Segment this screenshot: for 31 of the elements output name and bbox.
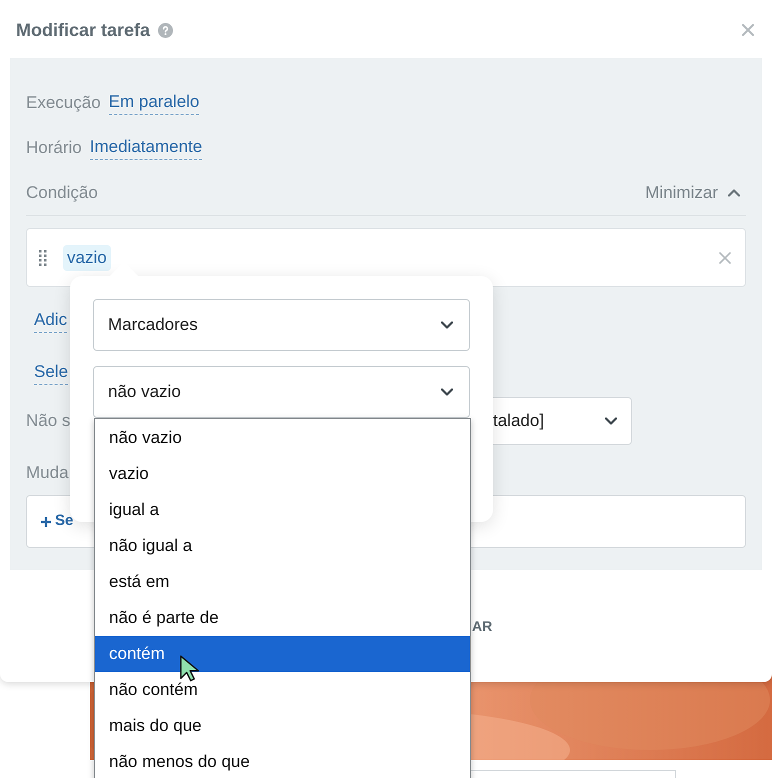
field-label: Execução [26,92,101,114]
condition-tag[interactable]: vazio [63,244,111,270]
field-label: Muda [26,462,69,484]
option-item[interactable]: não menos do que [95,744,470,778]
select-link[interactable]: Sele [34,358,68,386]
field-link[interactable]: Imediatamente [90,135,202,160]
option-item[interactable]: está em [95,564,470,600]
add-button[interactable]: Se [41,510,74,533]
option-item[interactable]: mais do que [95,708,470,744]
drag-handle-icon[interactable] [39,250,47,266]
field-select[interactable]: Marcadores [93,299,470,351]
option-item[interactable]: vazio [95,456,470,492]
field-label: Não s [26,410,72,432]
help-icon[interactable] [158,22,174,38]
close-icon[interactable] [719,252,731,264]
cursor-icon [179,655,199,683]
footer-button[interactable]: AR [472,616,492,637]
option-item[interactable]: não é parte de [95,600,470,636]
add-link[interactable]: Adic [34,306,68,333]
option-item[interactable]: não vazio [95,420,470,456]
option-item[interactable]: não igual a [95,528,470,564]
dialog-title: Modificar tarefa [16,18,150,42]
field-label: Horário [26,136,82,159]
field-link[interactable]: Em paralelo [108,90,200,115]
plus-icon [41,516,51,526]
close-icon[interactable] [742,24,754,36]
operator-select[interactable]: não vazio [93,366,470,418]
option-item[interactable]: contém [95,636,470,672]
section-label: Condição [26,182,98,204]
option-item[interactable]: igual a [95,492,470,528]
option-item[interactable]: não contém [95,672,470,708]
